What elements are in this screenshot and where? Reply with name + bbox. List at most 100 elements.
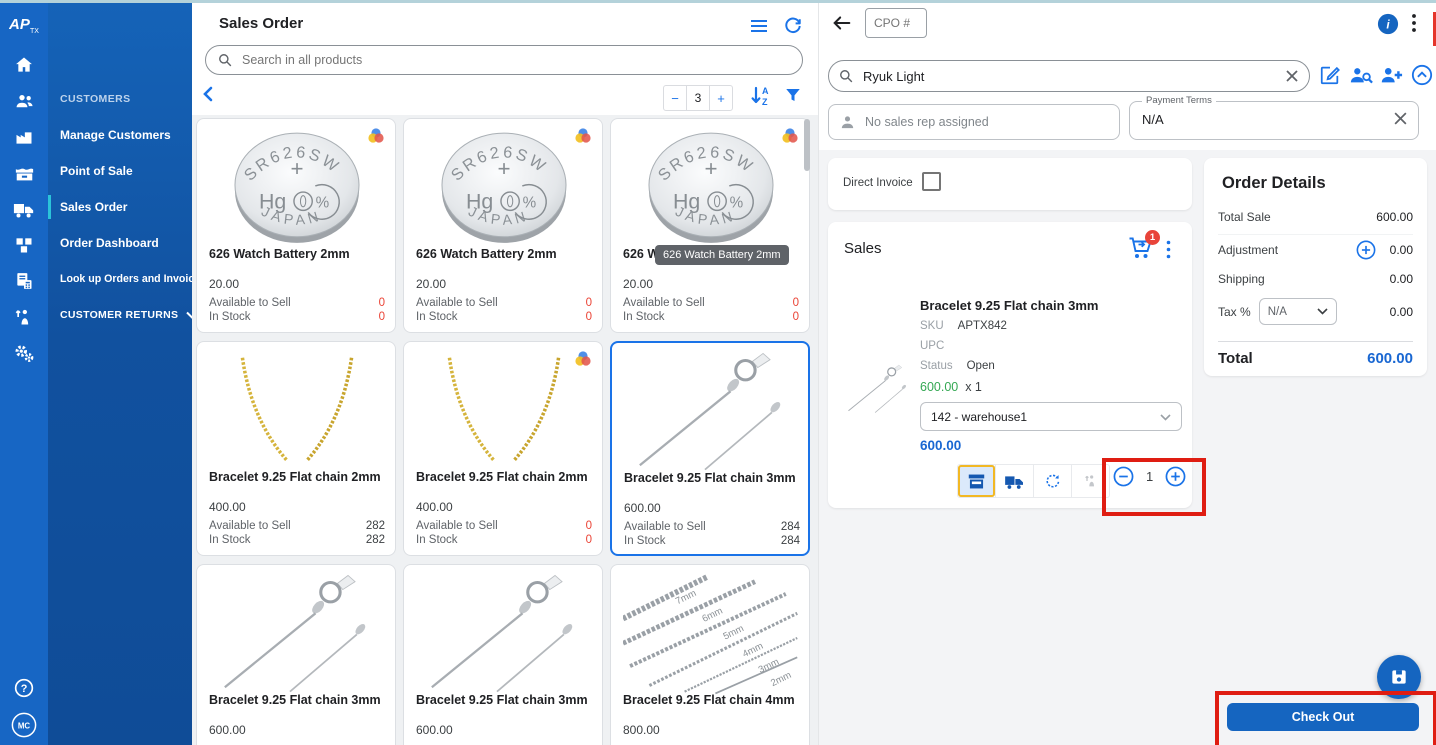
avatar-mc[interactable]: MC [0, 705, 48, 745]
product-card[interactable]: SR626SW+Hg%JAPAN 626 Watch Battery 2mm 2… [196, 118, 396, 333]
payment-terms-label: Payment Terms [1142, 95, 1216, 106]
sort-az-icon[interactable]: AZ [750, 85, 770, 112]
product-search-input[interactable] [240, 52, 790, 68]
warehouse-value: 142 - warehouse1 [931, 410, 1027, 424]
product-image [624, 351, 800, 473]
product-card[interactable]: Bracelet 9.25 Flat chain 2mm 400.00 Avai… [403, 341, 603, 556]
collapse-icon[interactable] [1411, 64, 1433, 91]
product-card[interactable]: 7mm6mm5mm4mm3mm2mm Bracelet 9.25 Flat ch… [610, 564, 810, 745]
in-stock-value: 0 [793, 311, 799, 323]
product-card[interactable]: Bracelet 9.25 Flat chain 2mm 400.00 Avai… [196, 341, 396, 556]
columns-minus-button[interactable]: − [664, 86, 686, 110]
svg-text:%: % [316, 194, 330, 211]
product-name: Bracelet 9.25 Flat chain 2mm [209, 470, 389, 484]
available-value: 0 [793, 297, 799, 309]
divider [1218, 341, 1413, 342]
sales-title: Sales [844, 240, 882, 257]
chevron-down-icon [1160, 410, 1171, 424]
product-card[interactable]: SR626SW+Hg%JAPAN 626 Watch Battery 2mm 2… [403, 118, 603, 333]
sidebar-item-point-of-sale[interactable]: Point of Sale [48, 153, 192, 189]
checkout-button[interactable]: Check Out [1227, 703, 1419, 731]
product-price: 20.00 [623, 277, 653, 291]
delivery-truck-icon[interactable] [995, 465, 1033, 497]
more-options-icon[interactable] [1411, 12, 1417, 39]
search-icon [218, 53, 232, 67]
sidebar-item-manage-customers[interactable]: Manage Customers [48, 117, 192, 153]
save-icon [1389, 667, 1409, 687]
sidebar-item-order-dashboard[interactable]: Order Dashboard [48, 225, 192, 261]
back-arrow-icon[interactable] [831, 13, 853, 38]
sales-more-options-icon[interactable] [1166, 240, 1171, 264]
info-icon[interactable]: i [1377, 13, 1399, 40]
svg-text:Z: Z [762, 97, 768, 107]
svg-text:6mm: 6mm [700, 606, 724, 625]
sidebar-item-look-up-orders-and-invoices[interactable]: Look up Orders and Invoices [48, 261, 192, 297]
sidebar-item-sales-order[interactable]: Sales Order [48, 189, 192, 225]
filter-icon[interactable] [784, 86, 802, 109]
customers-icon[interactable] [0, 83, 48, 119]
product-card[interactable]: Bracelet 9.25 Flat chain 3mm 600.00 [403, 564, 603, 745]
pos-icon[interactable] [0, 155, 48, 191]
backorder-icon[interactable] [1033, 465, 1071, 497]
order-panel: i [819, 3, 1436, 745]
quantity-increase-icon[interactable] [1165, 466, 1186, 487]
product-name: Bracelet 9.25 Flat chain 3mm [416, 693, 596, 707]
sales-order-icon[interactable] [0, 191, 48, 227]
inventory-icon[interactable] [0, 227, 48, 263]
refresh-icon[interactable] [782, 16, 804, 36]
tax-select[interactable]: N/A [1259, 298, 1337, 325]
product-card[interactable]: SR626SW+Hg%JAPAN 626 Watch Battery 2mm 2… [610, 118, 810, 333]
reports-icon[interactable] [0, 119, 48, 155]
svg-text:AP: AP [9, 16, 31, 33]
od-row-value: 0.00 [1390, 305, 1413, 319]
product-card[interactable]: Bracelet 9.25 Flat chain 3mm 600.00 [196, 564, 396, 745]
list-view-icon[interactable] [748, 16, 770, 36]
product-card[interactable]: Bracelet 9.25 Flat chain 3mm 600.00 Avai… [610, 341, 810, 556]
customer-lookup-icon[interactable] [1349, 64, 1373, 91]
product-search[interactable] [205, 45, 803, 75]
settings-icon[interactable] [0, 335, 48, 371]
payment-terms-field[interactable]: Payment Terms N/A [1129, 101, 1419, 140]
clear-customer-icon[interactable] [1285, 69, 1299, 83]
sidebar-menu-panel: CUSTOMERSManage CustomersPoint of SaleSa… [48, 3, 192, 745]
customer-zone: No sales rep assigned Payment Terms N/A [819, 46, 1436, 150]
store-pickup-icon[interactable] [958, 465, 995, 497]
sales-rep-field[interactable]: No sales rep assigned [828, 104, 1120, 140]
clear-payment-terms-icon[interactable] [1393, 111, 1408, 131]
add-adjustment-icon[interactable] [1356, 240, 1376, 260]
home-icon[interactable] [0, 47, 48, 83]
available-label: Available to Sell [209, 520, 291, 532]
customer-search[interactable] [828, 60, 1310, 92]
columns-plus-button[interactable]: + [709, 86, 732, 110]
direct-invoice-checkbox[interactable] [922, 172, 941, 191]
invoices-icon[interactable] [0, 263, 48, 299]
product-price: 400.00 [209, 500, 246, 514]
help-icon[interactable]: ? [0, 671, 48, 705]
product-grid: 7mm6mm5mm4mm3mm2mm Bracelet 9.25 Flat ch… [192, 115, 818, 745]
collapse-panel-icon[interactable] [202, 86, 214, 107]
color-variants-icon [367, 127, 385, 145]
color-variants-icon [574, 127, 592, 145]
product-image [416, 573, 592, 695]
grid-scrollbar-thumb[interactable] [804, 119, 810, 171]
edit-customer-icon[interactable] [1319, 64, 1341, 91]
line-item-price: 600.00 x 1 [920, 380, 982, 394]
returns-icon[interactable] [0, 299, 48, 335]
warehouse-select[interactable]: 142 - warehouse1 [920, 402, 1182, 431]
quantity-decrease-icon[interactable] [1113, 466, 1134, 487]
save-button[interactable] [1377, 655, 1421, 699]
sales-order-app: APTX ? MC [0, 0, 1436, 745]
svg-text:+: + [704, 156, 717, 181]
od-row-label: Tax % [1218, 305, 1251, 319]
svg-text:4mm: 4mm [741, 641, 765, 660]
cpo-number-field[interactable] [865, 8, 927, 38]
in-stock-value: 0 [586, 534, 592, 546]
customer-search-input[interactable] [861, 68, 1285, 85]
in-stock-value: 284 [781, 535, 800, 547]
grid-columns-stepper: − 3 + [663, 85, 733, 111]
cpo-number-input[interactable] [866, 9, 926, 37]
aptx-logo[interactable]: APTX [0, 3, 48, 47]
sidebar-item-customer-returns[interactable]: CUSTOMER RETURNS [48, 297, 192, 333]
add-customer-icon[interactable] [1379, 64, 1403, 91]
available-label: Available to Sell [416, 297, 498, 309]
